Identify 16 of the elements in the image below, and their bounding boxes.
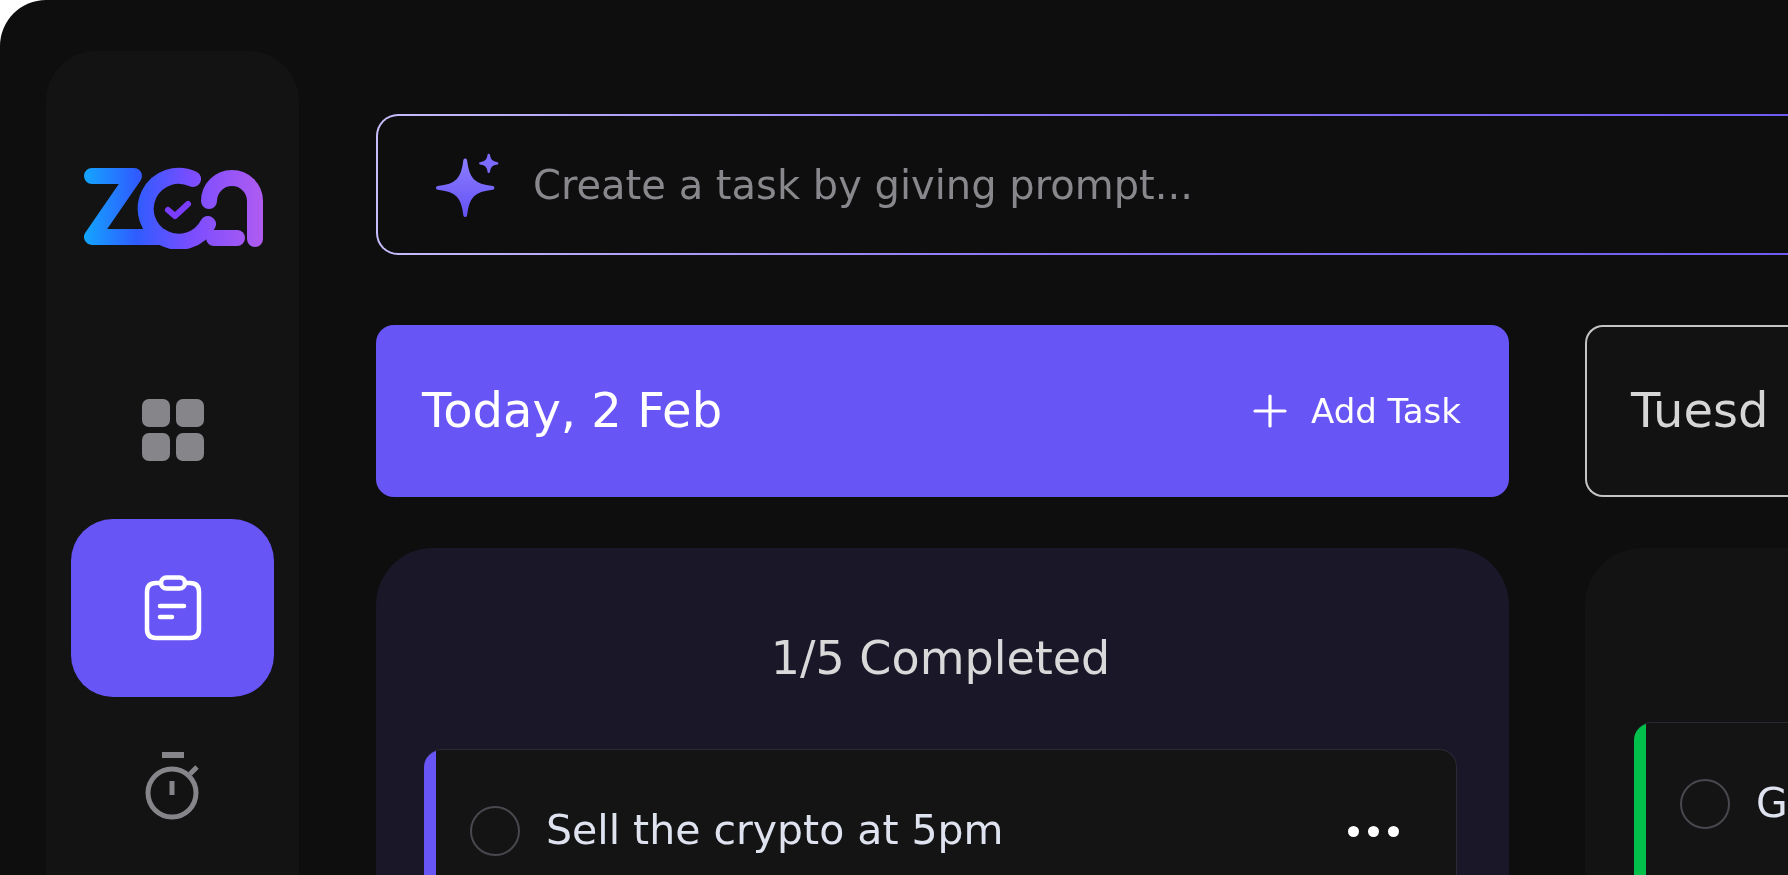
clipboard-icon [143, 575, 202, 641]
prompt-field[interactable]: Create a task by giving prompt... [376, 114, 1788, 255]
completion-count: 1/5 Completed [770, 633, 1111, 683]
sparkle-icon [436, 152, 501, 217]
column-title: Tuesd [1631, 382, 1769, 440]
task-title: Sell the crypto at 5pm [546, 806, 1004, 856]
logo-icon [81, 165, 264, 249]
task-checkbox[interactable] [1680, 779, 1730, 829]
task-checkbox[interactable] [470, 806, 520, 856]
grid-icon [141, 399, 204, 461]
sidebar-nav-button[interactable] [71, 519, 274, 697]
task-title: G [1756, 779, 1788, 829]
plus-icon [1253, 394, 1287, 428]
column-title: Today, 2 Feb [422, 382, 723, 440]
more-icon[interactable] [1348, 825, 1399, 837]
add-task-button[interactable]: Add Task [1253, 391, 1461, 431]
